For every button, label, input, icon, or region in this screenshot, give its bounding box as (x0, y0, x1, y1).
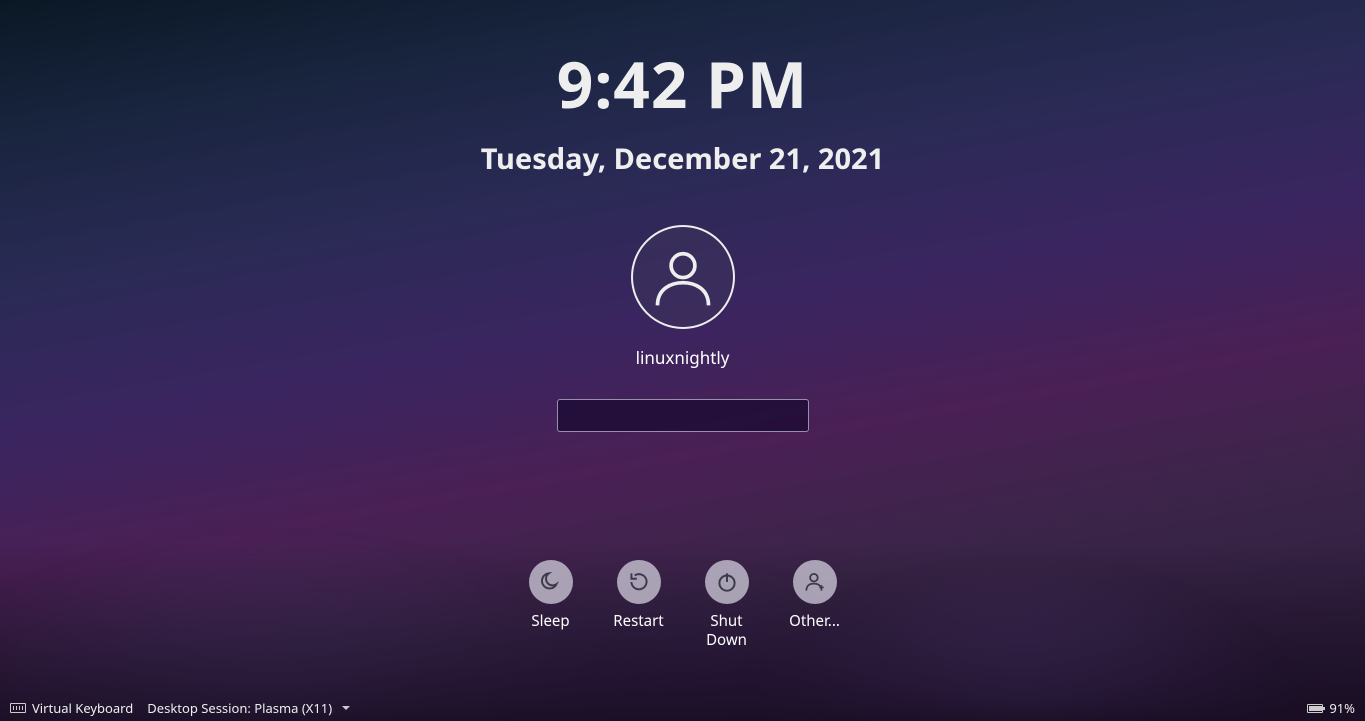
username-label: linuxnightly (636, 346, 730, 369)
battery-percent: 91% (1329, 699, 1355, 717)
moon-icon (529, 560, 573, 604)
other-label: Other... (789, 612, 840, 631)
password-input[interactable] (557, 399, 809, 432)
virtual-keyboard-button[interactable]: Virtual Keyboard (10, 699, 133, 717)
user-avatar[interactable] (631, 225, 735, 329)
bottom-bar: Virtual Keyboard Desktop Session: Plasma… (0, 695, 1365, 721)
restart-button[interactable]: Restart (617, 560, 661, 650)
other-user-icon (793, 560, 837, 604)
battery-icon (1307, 704, 1323, 713)
person-icon (649, 243, 717, 311)
restart-icon (617, 560, 661, 604)
session-selector[interactable]: Desktop Session: Plasma (X11) (147, 699, 350, 717)
other-button[interactable]: Other... (793, 560, 837, 650)
action-row: Sleep Restart Shut Down (0, 560, 1365, 650)
clock-area: 9:42 PM Tuesday, December 21, 2021 (0, 40, 1365, 178)
virtual-keyboard-label: Virtual Keyboard (32, 699, 133, 717)
chevron-down-icon (342, 706, 350, 710)
shutdown-button[interactable]: Shut Down (705, 560, 749, 650)
restart-label: Restart (613, 612, 663, 631)
user-area: linuxnightly (0, 225, 1365, 432)
power-icon (705, 560, 749, 604)
sleep-label: Sleep (531, 612, 569, 631)
keyboard-icon (10, 703, 26, 713)
session-label: Desktop Session: Plasma (X11) (147, 699, 332, 717)
shutdown-label: Shut Down (706, 612, 747, 650)
bottom-left: Virtual Keyboard Desktop Session: Plasma… (10, 699, 350, 717)
battery-indicator: 91% (1307, 699, 1355, 717)
sleep-button[interactable]: Sleep (529, 560, 573, 650)
clock-date: Tuesday, December 21, 2021 (0, 139, 1365, 178)
clock-time: 9:42 PM (0, 40, 1365, 127)
